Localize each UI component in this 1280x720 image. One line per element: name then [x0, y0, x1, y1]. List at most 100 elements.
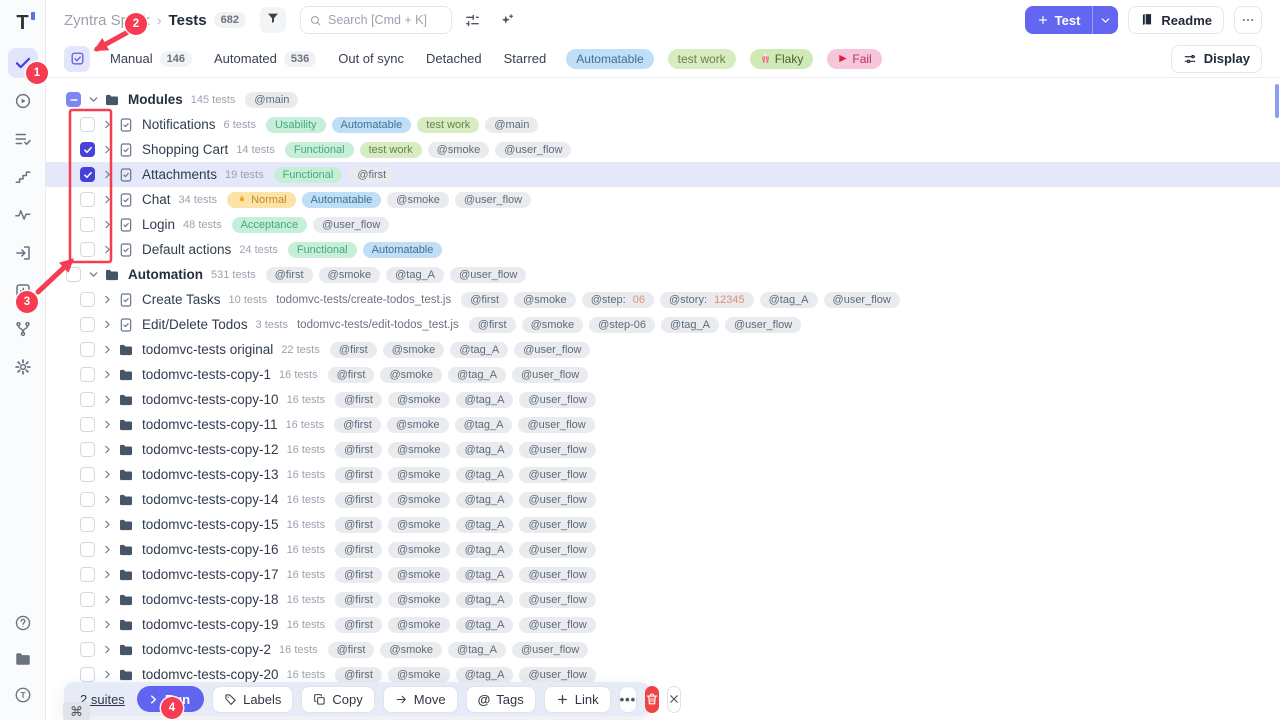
add-test-split-button[interactable]: Test [1025, 6, 1119, 34]
filter-tag-flaky[interactable]: Flaky [750, 49, 814, 69]
suite-checkbox[interactable] [80, 617, 95, 632]
filter-item-automated[interactable]: Automated536 [214, 51, 316, 67]
add-test-dropdown[interactable] [1092, 6, 1118, 34]
tag-pill[interactable]: @step-06 [589, 317, 655, 333]
tag-pill[interactable]: @tag_A [760, 292, 818, 308]
tag-pill[interactable]: @tag_A [456, 542, 514, 558]
tree-row[interactable]: todomvc-tests-copy-1416 tests@first@smok… [46, 487, 1280, 512]
filter-tag-test-work[interactable]: test work [668, 49, 736, 69]
tag-pill[interactable]: @user_flow [519, 542, 595, 558]
filter-item-starred[interactable]: Starred [504, 51, 547, 66]
tag-pill[interactable]: @first [334, 417, 381, 433]
tree-row[interactable]: Notifications6 testsUsabilityAutomatable… [46, 112, 1280, 137]
suite-checkbox[interactable] [80, 642, 95, 657]
chevron-right-icon[interactable] [99, 669, 115, 680]
tag-pill[interactable]: @tag_A [661, 317, 719, 333]
chevron-right-icon[interactable] [99, 394, 115, 405]
labels-button[interactable]: Labels [212, 686, 293, 713]
tag-pill[interactable]: @user_flow [455, 192, 531, 208]
tag-pill[interactable]: @tag_A [456, 617, 514, 633]
tag-pill[interactable]: @user_flow [519, 567, 595, 583]
tag-pill[interactable]: @first [469, 317, 516, 333]
search-box[interactable] [300, 6, 452, 34]
tag-pill[interactable]: @user_flow [725, 317, 801, 333]
tag-pill[interactable]: @user_flow [519, 617, 595, 633]
chevron-right-icon[interactable] [99, 344, 115, 355]
suite-checkbox[interactable] [80, 217, 95, 232]
chevron-right-icon[interactable] [99, 644, 115, 655]
sidebar-item-steps[interactable] [8, 162, 38, 192]
tree-row[interactable]: todomvc-tests-copy-1616 tests@first@smok… [46, 537, 1280, 562]
tree-row[interactable]: todomvc-tests-copy-1916 tests@first@smok… [46, 612, 1280, 637]
tag-pill[interactable]: Automatable [332, 117, 412, 133]
suite-checkbox[interactable] [80, 542, 95, 557]
tag-pill[interactable]: @first [335, 392, 382, 408]
chevron-right-icon[interactable] [99, 619, 115, 630]
tree-row[interactable]: todomvc-tests-copy-1816 tests@first@smok… [46, 587, 1280, 612]
tag-pill[interactable]: @first [335, 592, 382, 608]
suite-title[interactable]: todomvc-tests-copy-2 [142, 642, 271, 657]
tree-row[interactable]: Modules145 tests@main [46, 87, 1280, 112]
tag-pill[interactable]: Automatable [363, 242, 443, 258]
tag-pill[interactable]: Functional [274, 167, 343, 183]
close-selection-button[interactable] [667, 686, 681, 713]
tag-pill[interactable]: @user_flow [519, 517, 595, 533]
tag-pill[interactable]: @user_flow [519, 667, 595, 683]
suite-title[interactable]: Login [142, 217, 175, 232]
chevron-right-icon[interactable] [99, 119, 115, 130]
sidebar-item-branches[interactable] [8, 314, 38, 344]
tag-pill[interactable]: @first [335, 542, 382, 558]
suite-title[interactable]: todomvc-tests-copy-18 [142, 592, 279, 607]
tree-row[interactable]: Create Tasks10 teststodomvc-tests/create… [46, 287, 1280, 312]
suite-title[interactable]: Chat [142, 192, 171, 207]
suite-title[interactable]: Default actions [142, 242, 231, 257]
suite-title[interactable]: todomvc-tests-copy-13 [142, 467, 279, 482]
suite-checkbox[interactable] [80, 442, 95, 457]
suite-checkbox[interactable] [80, 317, 95, 332]
tag-pill[interactable]: @first [335, 667, 382, 683]
tag-pill[interactable]: @tag_A [456, 392, 514, 408]
tag-pill[interactable]: @tag_A [448, 367, 506, 383]
suite-checkbox[interactable] [80, 342, 95, 357]
tag-pill[interactable]: @tag_A [450, 342, 508, 358]
chevron-right-icon[interactable] [99, 444, 115, 455]
tag-pill[interactable]: @user_flow [512, 642, 588, 658]
filter-item-detached[interactable]: Detached [426, 51, 482, 66]
tree-row[interactable]: todomvc-tests-copy-1516 tests@first@smok… [46, 512, 1280, 537]
tag-pill[interactable]: @smoke [514, 292, 576, 308]
filter-funnel-button[interactable] [260, 7, 286, 33]
tag-pill[interactable]: @user_flow [519, 592, 595, 608]
suite-title[interactable]: todomvc-tests-copy-11 [142, 417, 278, 432]
tag-pill[interactable]: @tag_A [456, 467, 514, 483]
suite-checkbox[interactable] [80, 242, 95, 257]
sidebar-item-projects[interactable] [8, 644, 38, 674]
tag-pill[interactable]: @tag_A [456, 567, 514, 583]
suite-title[interactable]: todomvc-tests-copy-1 [142, 367, 271, 382]
run-button[interactable]: Run [137, 686, 204, 712]
tag-pill[interactable]: @smoke [388, 592, 450, 608]
chevron-right-icon[interactable] [99, 569, 115, 580]
sidebar-item-plans[interactable] [8, 124, 38, 154]
tag-pill[interactable]: @first [335, 517, 382, 533]
tag-pill[interactable]: @step:06 [582, 292, 654, 308]
suite-title[interactable]: todomvc-tests-copy-12 [142, 442, 279, 457]
move-button[interactable]: Move [383, 686, 458, 713]
readme-button[interactable]: Readme [1128, 6, 1224, 34]
tag-pill[interactable]: @smoke [522, 317, 584, 333]
ai-assist-button[interactable] [494, 7, 520, 33]
tag-pill[interactable]: @first [330, 342, 377, 358]
tag-pill[interactable]: @first [335, 567, 382, 583]
suite-title[interactable]: todomvc-tests-copy-20 [142, 667, 279, 682]
suite-title[interactable]: todomvc-tests-copy-10 [142, 392, 279, 407]
tag-pill[interactable]: @user_flow [313, 217, 389, 233]
tree-row[interactable]: todomvc-tests-copy-116 tests@first@smoke… [46, 362, 1280, 387]
chevron-right-icon[interactable] [99, 169, 115, 180]
chevron-right-icon[interactable] [99, 494, 115, 505]
suite-title[interactable]: Notifications [142, 117, 216, 132]
tag-pill[interactable]: @first [266, 267, 313, 283]
chevron-right-icon[interactable] [99, 319, 115, 330]
tags-button[interactable]: @Tags [466, 686, 536, 713]
chevron-down-icon[interactable] [85, 269, 101, 280]
tag-pill[interactable]: @tag_A [456, 667, 514, 683]
tree-row[interactable]: Chat34 testsNormalAutomatable@smoke@user… [46, 187, 1280, 212]
